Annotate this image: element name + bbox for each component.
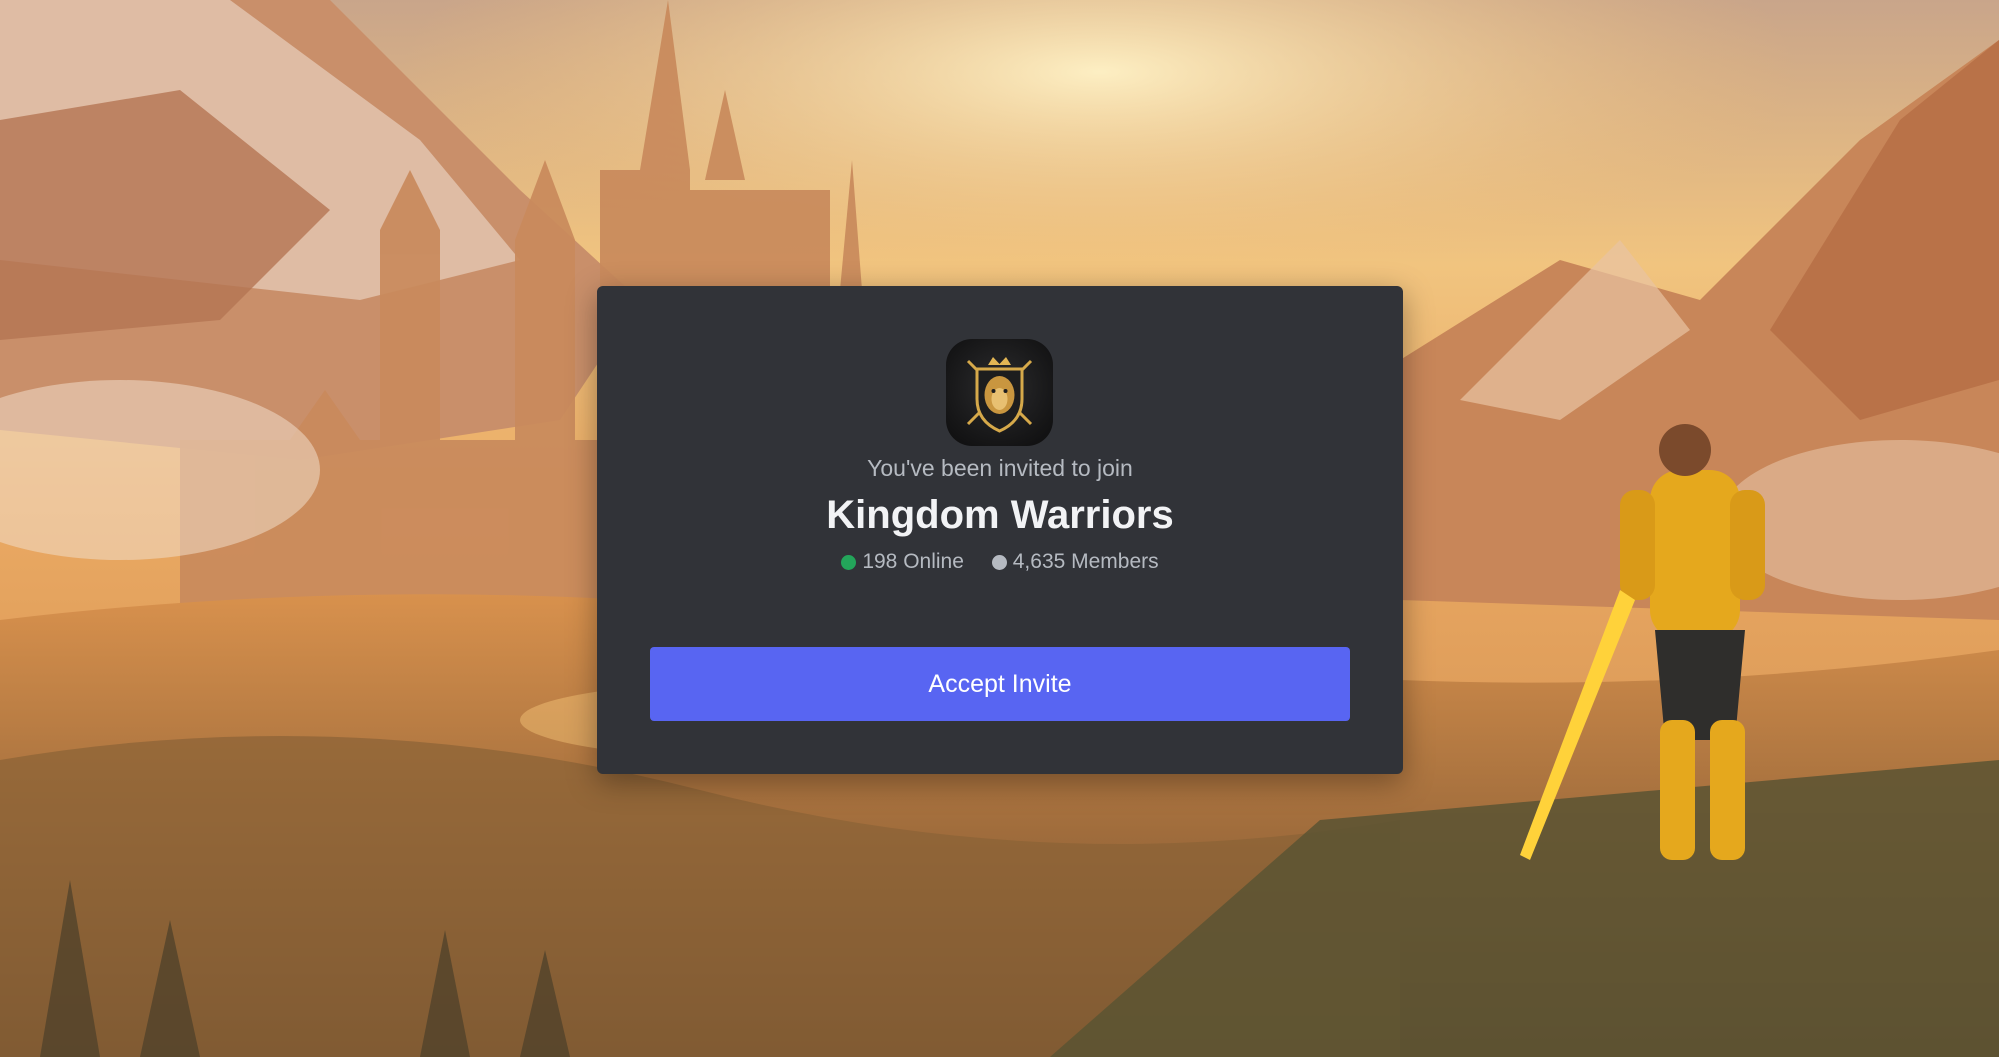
- member-count: 4,635 Members: [1012, 550, 1159, 573]
- invite-card: You've been invited to join Kingdom Warr…: [597, 286, 1403, 774]
- members-stat: 4,635 Members: [991, 550, 1159, 574]
- server-stats: 198 Online 4,635 Members: [597, 550, 1403, 576]
- lion-crest-icon: [946, 339, 1053, 446]
- online-count: 198 Online: [862, 550, 964, 573]
- online-status-dot-icon: [841, 554, 857, 570]
- invite-page: You've been invited to join Kingdom Warr…: [0, 0, 1999, 1057]
- online-stat: 198 Online: [841, 550, 964, 574]
- invited-text: You've been invited to join: [867, 455, 1133, 481]
- members-dot-icon: [991, 554, 1007, 570]
- server-name: Kingdom Warriors: [826, 493, 1174, 537]
- accept-invite-button[interactable]: Accept Invite: [650, 647, 1350, 721]
